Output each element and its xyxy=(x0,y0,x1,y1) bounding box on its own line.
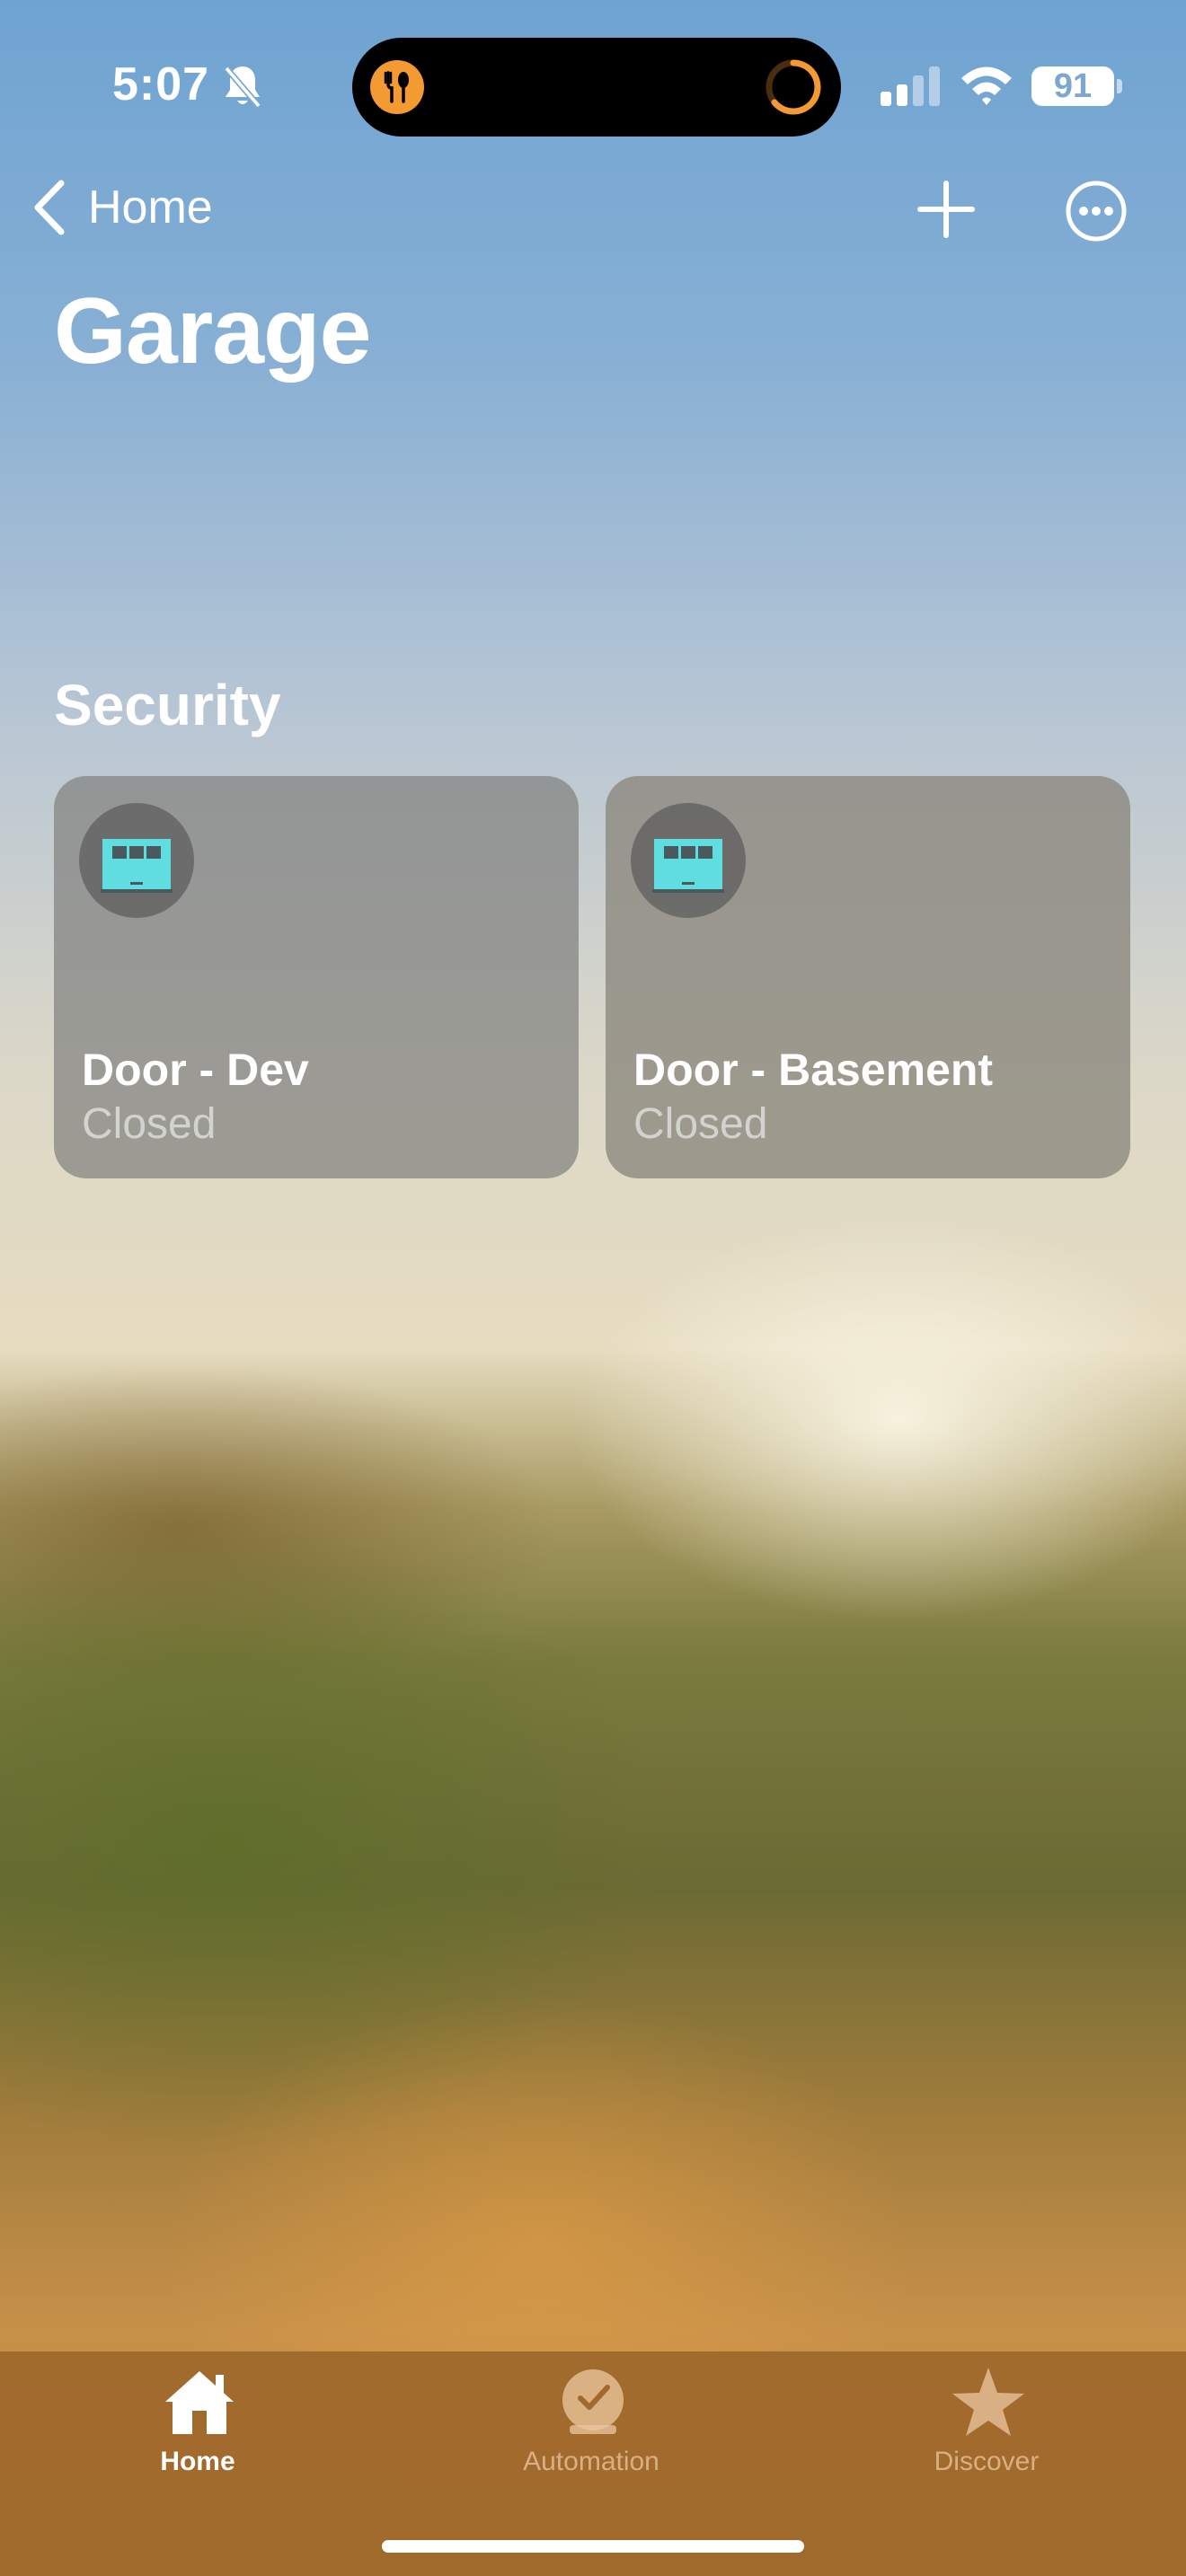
accessory-name: Door - Dev xyxy=(82,1045,309,1095)
battery-icon: 91 xyxy=(1031,66,1114,106)
status-time: 5:07 xyxy=(112,58,210,110)
accessory-name: Door - Basement xyxy=(633,1045,994,1095)
section-title: Security xyxy=(54,673,281,737)
more-icon[interactable] xyxy=(1065,180,1128,243)
house-icon xyxy=(165,2371,234,2434)
back-label: Home xyxy=(88,181,213,234)
plus-icon[interactable] xyxy=(916,180,976,239)
accessory-tile-door-basement[interactable]: Door - Basement Closed xyxy=(606,776,1130,1178)
tab-automation[interactable]: Automation xyxy=(456,2351,726,2495)
wifi-icon xyxy=(961,66,1012,105)
home-indicator[interactable] xyxy=(382,2540,804,2553)
clock-check-icon xyxy=(562,2369,624,2434)
accessory-tile-door-dev[interactable]: Door - Dev Closed xyxy=(54,776,579,1178)
tab-home[interactable]: Home xyxy=(63,2351,332,2495)
bell-slash-icon xyxy=(224,66,261,109)
star-icon xyxy=(952,2368,1024,2436)
garage-door-icon xyxy=(101,839,173,893)
cellular-signal-icon xyxy=(881,66,940,106)
page-title: Garage xyxy=(54,279,371,384)
tab-label: Discover xyxy=(934,2447,1040,2476)
activity-ring-icon xyxy=(766,59,821,115)
food-icon xyxy=(370,60,424,114)
tab-bar: Home Automation Discover xyxy=(0,2351,1186,2576)
tab-label: Home xyxy=(160,2447,235,2476)
wallpaper-background xyxy=(0,0,1186,2576)
tab-label: Automation xyxy=(523,2447,659,2476)
garage-door-icon xyxy=(652,839,724,893)
accessory-icon-button[interactable] xyxy=(631,803,746,918)
battery-tip xyxy=(1117,79,1122,93)
accessory-status: Closed xyxy=(82,1100,217,1148)
chevron-left-icon xyxy=(34,180,65,235)
accessory-status: Closed xyxy=(633,1100,768,1148)
back-button[interactable]: Home xyxy=(31,176,213,239)
dynamic-island[interactable] xyxy=(352,38,841,137)
status-bar: 5:07 91 xyxy=(0,0,1186,171)
accessory-icon-button[interactable] xyxy=(79,803,194,918)
tab-discover[interactable]: Discover xyxy=(852,2351,1121,2495)
